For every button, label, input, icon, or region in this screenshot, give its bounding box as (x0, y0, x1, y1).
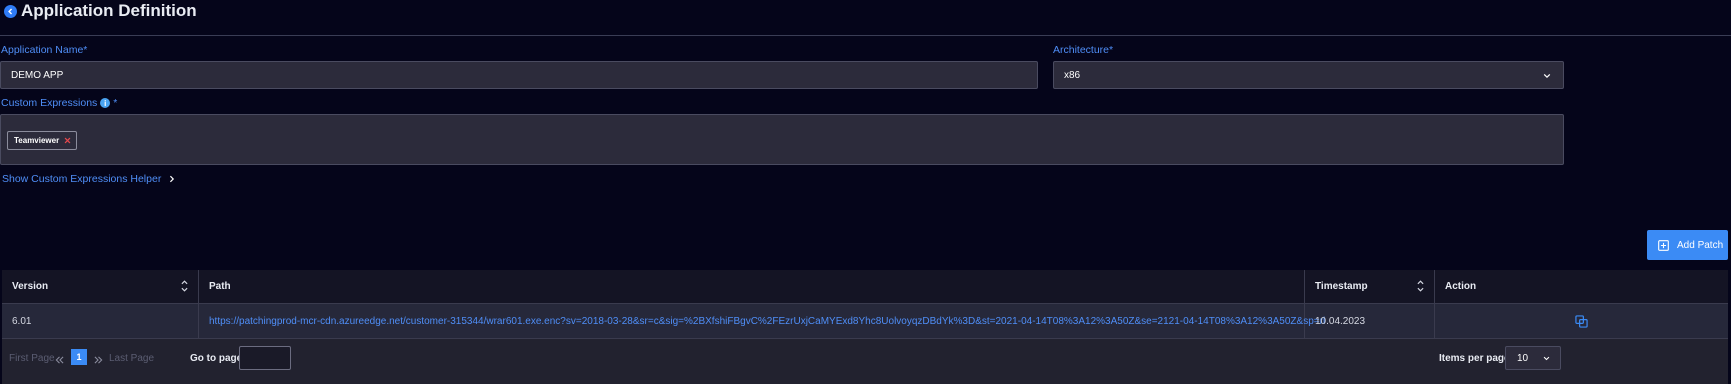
app-name-input[interactable]: DEMO APP (0, 61, 1038, 89)
add-patch-label: Add Patch (1677, 239, 1724, 251)
goto-page-label: Go to page: (190, 353, 246, 364)
header-divider (0, 35, 1731, 36)
column-header-path: Path (199, 270, 1305, 303)
architecture-value: x86 (1064, 69, 1081, 81)
page-header: Application Definition (0, 0, 197, 22)
chevrons-left-icon[interactable] (55, 352, 64, 370)
table-header: Version Path Timestamp Action (2, 270, 1728, 304)
cell-action (1435, 304, 1728, 338)
column-header-version[interactable]: Version (2, 270, 199, 303)
app-name-label: Application Name* (1, 44, 88, 56)
chevron-right-icon (170, 175, 175, 183)
first-page-button[interactable]: First Page (9, 353, 55, 364)
close-icon[interactable] (64, 137, 71, 144)
last-page-button[interactable]: Last Page (109, 353, 154, 364)
column-header-timestamp[interactable]: Timestamp (1305, 270, 1435, 303)
chevron-down-icon (1543, 356, 1550, 361)
column-header-label: Timestamp (1315, 281, 1368, 292)
cell-version: 6.01 (2, 304, 199, 338)
items-per-page-value: 10 (1517, 352, 1529, 364)
custom-expressions-label: Custom Expressions (1, 97, 98, 109)
expression-chip: Teamviewer (7, 131, 78, 150)
sort-icon (181, 280, 188, 292)
sort-icon (1417, 280, 1424, 292)
column-header-label: Path (209, 281, 231, 292)
architecture-label: Architecture* (1053, 44, 1114, 56)
copy-icon[interactable] (1575, 314, 1588, 328)
goto-page-input[interactable] (239, 346, 291, 370)
table-row: 6.01 https://patchingprod-mcr-cdn.azuree… (2, 304, 1728, 339)
required-asterisk: * (113, 97, 118, 109)
chevron-down-icon (1543, 73, 1551, 79)
add-patch-button[interactable]: Add Patch (1647, 230, 1728, 260)
items-per-page-select[interactable]: 10 (1505, 346, 1561, 370)
page-number-current[interactable]: 1 (71, 349, 87, 365)
helper-link[interactable]: Show Custom Expressions Helper (2, 173, 175, 185)
column-header-label: Action (1445, 281, 1477, 292)
items-per-page-label: Items per page: (1439, 353, 1513, 364)
app-name-value: DEMO APP (11, 69, 64, 81)
architecture-select[interactable]: x86 (1053, 61, 1564, 89)
add-box-icon (1658, 239, 1669, 251)
column-header-label: Version (12, 281, 49, 292)
custom-expressions-input[interactable] (0, 114, 1564, 165)
chevrons-right-icon[interactable] (94, 352, 103, 370)
cell-path-link[interactable]: https://patchingprod-mcr-cdn.azureedge.n… (199, 304, 1325, 338)
column-header-action: Action (1435, 270, 1728, 303)
pagination-bar: First Page 1 Last Page Go to page: Items… (2, 339, 1728, 384)
page-title: Application Definition (21, 1, 197, 20)
cell-timestamp: 10.04.2023 (1305, 304, 1435, 338)
patches-table: Version Path Timestamp Action 6.01 https… (2, 270, 1728, 384)
back-icon[interactable] (4, 4, 17, 18)
info-icon[interactable]: i (100, 98, 111, 108)
custom-expressions-label-group: Custom Expressions i * (1, 97, 117, 109)
helper-link-label: Show Custom Expressions Helper (2, 173, 162, 185)
chip-label: Teamviewer (14, 136, 60, 145)
